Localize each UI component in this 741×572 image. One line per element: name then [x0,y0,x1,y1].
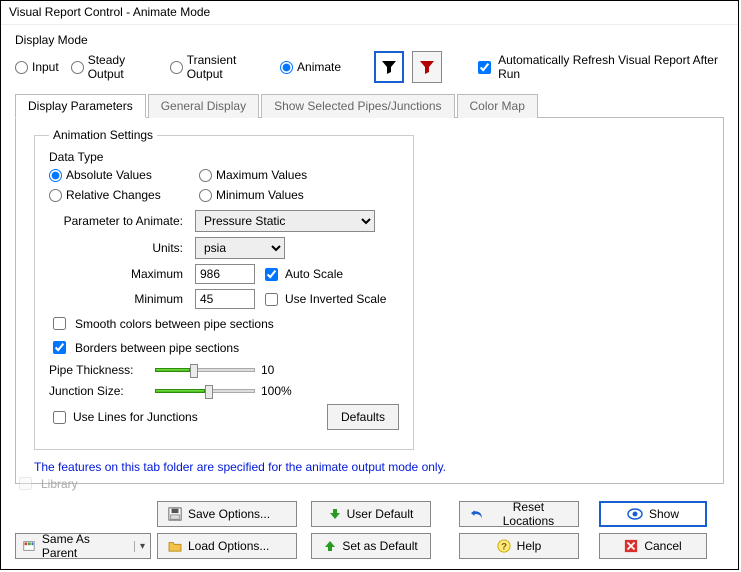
junction-size-slider[interactable] [155,383,255,399]
same-as-parent-dropdown[interactable]: Same As Parent ▾ [15,533,151,559]
show-button[interactable]: Show [599,501,707,527]
bottom-bar: Library Save Options... User Default Res… [15,474,724,559]
same-as-parent-label: Same As Parent [42,532,128,560]
radio-steady-output[interactable]: Steady Output [71,53,158,81]
parameter-label: Parameter to Animate: [49,214,189,228]
set-as-default-button[interactable]: Set as Default [311,533,431,559]
radio-maximum-label: Maximum Values [216,168,307,182]
auto-scale-label: Auto Scale [285,267,343,281]
inverted-scale-label: Use Inverted Scale [285,292,386,306]
units-label: Units: [49,241,189,255]
arrow-down-green-icon [329,508,341,520]
units-select[interactable]: psia [195,237,285,259]
use-lines-checkbox[interactable]: Use Lines for Junctions [49,408,198,427]
borders-checkbox[interactable]: Borders between pipe sections [49,338,399,357]
tab-bar: Display Parameters General Display Show … [15,93,724,118]
tab-panel: Animation Settings Data Type Absolute Va… [15,118,724,484]
tab-color-map[interactable]: Color Map [457,94,538,118]
chevron-down-icon[interactable]: ▾ [134,541,150,552]
auto-refresh-checkbox[interactable]: Automatically Refresh Visual Report Afte… [474,53,724,81]
maximum-input[interactable] [195,264,255,284]
pipe-thickness-value: 10 [261,363,274,377]
tab-display-parameters[interactable]: Display Parameters [15,94,146,118]
radio-animate[interactable]: Animate [280,60,341,74]
help-icon: ? [497,539,511,553]
animation-settings-group: Animation Settings Data Type Absolute Va… [34,128,414,450]
parameter-select[interactable]: Pressure Static [195,210,375,232]
radio-input-label: Input [32,60,59,74]
set-as-default-label: Set as Default [342,539,417,553]
defaults-button[interactable]: Defaults [327,404,399,430]
load-options-label: Load Options... [188,539,269,553]
save-options-label: Save Options... [188,507,270,521]
radio-minimum-label: Minimum Values [216,188,304,202]
undo-arrow-icon [470,508,483,520]
funnel-icon [381,59,397,75]
radio-relative-changes[interactable]: Relative Changes [49,188,191,202]
cancel-button[interactable]: Cancel [599,533,707,559]
smooth-colors-label: Smooth colors between pipe sections [75,317,274,331]
animation-settings-legend: Animation Settings [49,128,157,142]
tab-show-selected[interactable]: Show Selected Pipes/Junctions [261,94,454,118]
window-title: Visual Report Control - Animate Mode [1,1,738,25]
user-default-label: User Default [347,507,414,521]
help-label: Help [517,539,542,553]
pipe-thickness-slider[interactable] [155,362,255,378]
radio-animate-label: Animate [297,60,341,74]
junction-size-value: 100% [261,384,292,398]
cancel-label: Cancel [644,539,681,553]
library-checkbox: Library [15,474,724,493]
pipe-thickness-label: Pipe Thickness: [49,363,149,377]
user-default-button[interactable]: User Default [311,501,431,527]
load-options-button[interactable]: Load Options... [157,533,297,559]
radio-relative-label: Relative Changes [66,188,161,202]
reset-locations-button[interactable]: Reset Locations [459,501,579,527]
eye-icon [627,508,643,520]
library-label: Library [41,477,78,491]
borders-label: Borders between pipe sections [75,341,239,355]
radio-maximum-values[interactable]: Maximum Values [199,168,341,182]
tab-general-display[interactable]: General Display [148,94,259,118]
data-type-label: Data Type [49,150,399,164]
arrow-up-green-icon [324,540,336,552]
filter-red-button[interactable] [412,51,442,83]
filter-black-button[interactable] [374,51,404,83]
inverted-scale-checkbox[interactable]: Use Inverted Scale [261,290,386,309]
svg-text:?: ? [501,542,507,553]
folder-open-icon [168,540,182,552]
tab-note: The features on this tab folder are spec… [34,460,705,474]
display-mode-label: Display Mode [15,33,724,47]
auto-refresh-label: Automatically Refresh Visual Report Afte… [498,53,724,81]
minimum-input[interactable] [195,289,255,309]
maximum-label: Maximum [49,267,189,281]
save-options-button[interactable]: Save Options... [157,501,297,527]
show-label: Show [649,507,679,521]
radio-absolute-label: Absolute Values [66,168,152,182]
radio-transient-label: Transient Output [187,53,268,81]
radio-absolute-values[interactable]: Absolute Values [49,168,191,182]
floppy-icon [168,507,182,521]
data-type-options: Absolute Values Maximum Values Relative … [49,168,399,202]
radio-minimum-values[interactable]: Minimum Values [199,188,341,202]
display-mode-row: Input Steady Output Transient Output Ani… [15,51,724,83]
junction-size-label: Junction Size: [49,384,149,398]
minimum-label: Minimum [49,292,189,306]
palette-icon [22,539,36,553]
dialog-window: Visual Report Control - Animate Mode Dis… [0,0,739,570]
dialog-content: Display Mode Input Steady Output Transie… [1,25,738,484]
smooth-colors-checkbox[interactable]: Smooth colors between pipe sections [49,314,399,333]
funnel-red-icon [419,59,435,75]
radio-input[interactable]: Input [15,60,59,74]
radio-transient-output[interactable]: Transient Output [170,53,268,81]
use-lines-label: Use Lines for Junctions [73,410,198,424]
help-button[interactable]: ? Help [459,533,579,559]
close-icon [624,539,638,553]
auto-scale-checkbox[interactable]: Auto Scale [261,265,343,284]
reset-locations-label: Reset Locations [489,500,568,528]
radio-steady-label: Steady Output [88,53,158,81]
